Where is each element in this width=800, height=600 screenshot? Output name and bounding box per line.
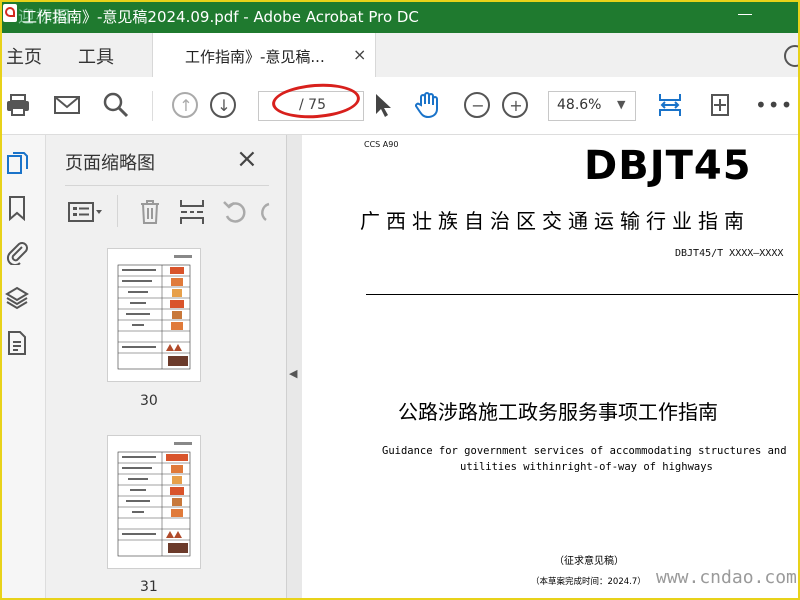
- split-pages-icon[interactable]: [179, 198, 205, 226]
- bookmark-icon[interactable]: [5, 195, 29, 221]
- document-properties-icon[interactable]: [5, 330, 29, 356]
- doc-draft-note: （征求意见稿）: [554, 556, 624, 567]
- zoom-level-value: 48.6%: [557, 97, 602, 113]
- previous-page-icon[interactable]: ↑: [172, 92, 198, 118]
- acrobat-app-icon: [3, 4, 17, 22]
- document-tab-label: 工作指南》-意见稿...: [185, 48, 325, 66]
- zoom-level-select[interactable]: 48.6% ▼: [548, 91, 636, 121]
- doc-standard-code: DBJT45/T XXXX—XXXX: [675, 248, 784, 259]
- document-page: CCS A90 DBJT45 广西壮族自治区交通运输行业指南 DBJT45/T …: [302, 135, 800, 600]
- layers-icon[interactable]: [5, 285, 29, 311]
- chevron-down-icon: ▼: [617, 98, 626, 111]
- thumbnail-label: 30: [140, 393, 158, 409]
- panel-toolbar-divider: [117, 195, 118, 227]
- panel-splitter[interactable]: ◀: [286, 135, 303, 600]
- doc-watermark: www.cndao.com: [656, 567, 797, 588]
- doc-ccs-code: CCS A90: [364, 140, 399, 149]
- page-thumbnail-preview: [117, 442, 192, 557]
- menu-home[interactable]: 主页: [6, 43, 42, 69]
- toolbar-divider: [152, 91, 153, 121]
- rotate-counterclockwise-icon[interactable]: [221, 198, 249, 226]
- doc-title: 公路涉路施工政务服务事项工作指南: [398, 400, 718, 424]
- zoom-out-icon[interactable]: −: [464, 92, 490, 118]
- thumbnails-panel: 页面缩略图 × 30 31: [46, 135, 323, 600]
- delete-page-icon[interactable]: [138, 198, 162, 226]
- doc-horizontal-rule: [366, 294, 800, 295]
- rotate-clockwise-icon[interactable]: [260, 198, 270, 226]
- next-page-icon[interactable]: ↓: [210, 92, 236, 118]
- close-tab-icon[interactable]: ×: [353, 45, 366, 64]
- close-panel-icon[interactable]: ×: [236, 144, 258, 174]
- thumbnail-options-icon[interactable]: [67, 199, 103, 225]
- more-options-icon[interactable]: •••: [755, 93, 793, 117]
- page-thumbnail-preview: [117, 255, 192, 370]
- select-cursor-icon[interactable]: [368, 91, 396, 119]
- doc-subtitle-line2: utilities withinright-of-way of highways: [460, 461, 713, 473]
- doc-organization: 广西壮族自治区交通运输行业指南: [360, 209, 750, 233]
- help-icon[interactable]: [784, 45, 800, 67]
- window-title: 工作指南》-意见稿2024.09.pdf - Adobe Acrobat Pro…: [22, 8, 419, 26]
- print-icon[interactable]: [4, 91, 32, 119]
- doc-completion-date: （本草案完成时间：2024.7）: [531, 577, 646, 587]
- title-bar: 迎标网 工作指南》-意见稿2024.09.pdf - Adobe Acrobat…: [0, 0, 800, 33]
- fit-width-icon[interactable]: [656, 91, 684, 119]
- doc-brand: DBJT45: [584, 143, 752, 189]
- hand-tool-icon[interactable]: [413, 91, 441, 119]
- page-thumbnail[interactable]: [107, 248, 201, 382]
- page-thumbnail[interactable]: [107, 435, 201, 569]
- navigation-rail: [0, 135, 46, 600]
- full-screen-icon[interactable]: [706, 91, 734, 119]
- attachment-icon[interactable]: [5, 239, 29, 265]
- doc-subtitle-line1: Guidance for government services of acco…: [382, 445, 787, 457]
- panel-title: 页面缩略图: [65, 153, 155, 174]
- thumbnail-label: 31: [140, 579, 158, 595]
- collapse-panel-icon[interactable]: ◀: [289, 367, 297, 380]
- search-icon[interactable]: [102, 91, 130, 119]
- panel-divider: [65, 185, 269, 186]
- minimize-icon[interactable]: [738, 14, 752, 15]
- menu-tools[interactable]: 工具: [78, 43, 114, 69]
- zoom-in-icon[interactable]: +: [502, 92, 528, 118]
- page-thumbnails-icon[interactable]: [5, 151, 29, 177]
- tab-bar: 主页 工具 工作指南》-意见稿... ×: [0, 33, 800, 78]
- document-tab[interactable]: 工作指南》-意见稿... ×: [152, 33, 376, 77]
- toolbar: ↑ ↓ / 75 − + 48.6% ▼ •••: [0, 77, 800, 135]
- email-icon[interactable]: [53, 91, 81, 119]
